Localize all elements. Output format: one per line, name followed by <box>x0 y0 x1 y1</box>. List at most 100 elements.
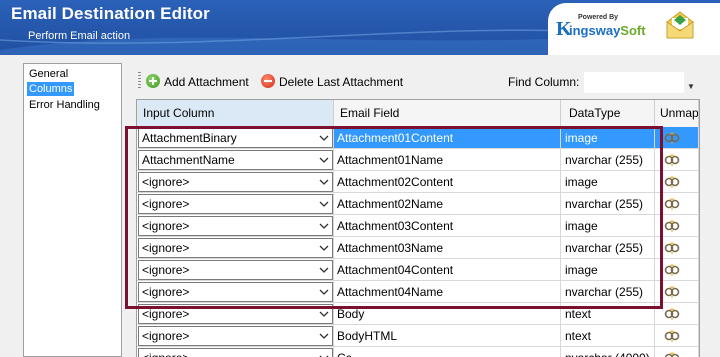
input-column-value: <ignore> <box>142 307 190 321</box>
nav-item-general[interactable]: General <box>27 67 70 81</box>
remove-icon <box>261 74 275 88</box>
chevron-down-icon[interactable] <box>318 195 330 213</box>
table-row[interactable]: <ignore> Body ntext <box>137 303 699 325</box>
header-input-column[interactable]: Input Column <box>137 100 334 127</box>
input-column-select[interactable]: <ignore> <box>138 216 333 236</box>
chevron-down-icon[interactable] <box>318 151 330 169</box>
chevron-down-icon[interactable] <box>318 349 330 357</box>
unmap-cell <box>655 215 699 237</box>
input-column-value: <ignore> <box>142 175 190 189</box>
table-row[interactable]: AttachmentName Attachment01Name nvarchar (… <box>137 149 699 171</box>
input-column-cell: AttachmentBinary <box>137 127 334 149</box>
input-column-select[interactable]: <ignore> <box>138 348 333 357</box>
table-row[interactable]: <ignore> Attachment04Content image <box>137 259 699 281</box>
unlink-icon[interactable] <box>664 219 680 233</box>
datatype-cell: image <box>561 259 655 281</box>
unlink-icon[interactable] <box>664 197 680 211</box>
datatype-cell: image <box>561 215 655 237</box>
nav-item-columns[interactable]: Columns <box>27 82 75 96</box>
header-email-field[interactable]: Email Field <box>334 100 561 127</box>
unlink-icon[interactable] <box>664 241 680 255</box>
grid-header: Input Column Email Field DataType Unmap <box>137 100 699 127</box>
unmap-cell <box>655 259 699 281</box>
add-attachment-button[interactable]: Add Attachment <box>164 73 249 91</box>
columns-toolbar: Add Attachment Delete Last Attachment Fi… <box>135 70 702 94</box>
header-unmap[interactable]: Unmap <box>655 100 699 127</box>
unmap-cell <box>655 237 699 259</box>
input-column-select[interactable]: <ignore> <box>138 194 333 214</box>
chevron-down-icon[interactable] <box>318 305 330 323</box>
unlink-icon[interactable] <box>664 285 680 299</box>
unlink-icon[interactable] <box>664 153 680 167</box>
unmap-cell <box>655 127 699 149</box>
input-column-select[interactable]: <ignore> <box>138 172 333 192</box>
unmap-cell <box>655 193 699 215</box>
email-field-cell: Attachment03Name <box>334 237 561 259</box>
dialog-subtitle: Perform Email action <box>28 30 131 42</box>
input-column-value: <ignore> <box>142 349 189 357</box>
table-row[interactable]: <ignore> BodyHTML ntext <box>137 325 699 347</box>
input-column-cell: <ignore> <box>137 281 334 303</box>
input-column-cell: <ignore> <box>137 325 334 347</box>
input-column-select[interactable]: <ignore> <box>138 260 333 280</box>
delete-last-attachment-button[interactable]: Delete Last Attachment <box>279 73 403 91</box>
chevron-down-icon[interactable] <box>318 327 330 345</box>
unlink-icon[interactable] <box>664 175 680 189</box>
unmap-cell <box>655 325 699 347</box>
datatype-cell: nvarchar (255) <box>561 281 655 303</box>
kingswaysoft-logo: Powered By K ingswaySoft <box>548 3 720 55</box>
chevron-down-icon[interactable] <box>318 173 330 191</box>
input-column-cell: <ignore> <box>137 303 334 325</box>
unlink-icon[interactable] <box>664 263 680 277</box>
chevron-down-icon[interactable] <box>318 261 330 279</box>
table-row[interactable]: <ignore> Attachment02Content image <box>137 171 699 193</box>
datatype-cell: ntext <box>561 303 655 325</box>
chevron-down-icon[interactable] <box>318 239 330 257</box>
chevron-down-icon[interactable]: ▼ <box>685 81 697 93</box>
datatype-cell: nvarchar (255) <box>561 193 655 215</box>
unlink-icon[interactable] <box>664 329 680 343</box>
email-field-cell: Attachment01Name <box>334 149 561 171</box>
input-column-select[interactable]: <ignore> <box>138 238 333 258</box>
input-column-value: AttachmentBinary <box>142 131 237 145</box>
find-column-label: Find Column: <box>508 75 580 89</box>
table-row[interactable]: <ignore> Attachment04Name nvarchar (255) <box>137 281 699 303</box>
chevron-down-icon[interactable] <box>318 129 330 147</box>
chevron-down-icon[interactable] <box>318 283 330 301</box>
input-column-value: <ignore> <box>142 197 190 211</box>
input-column-select[interactable]: AttachmentBinary <box>138 128 333 148</box>
input-column-value: <ignore> <box>142 263 190 277</box>
datatype-cell: nvarchar (255) <box>561 237 655 259</box>
chevron-down-icon[interactable] <box>318 217 330 235</box>
email-field-cell: Attachment04Content <box>334 259 561 281</box>
input-column-select[interactable]: <ignore> <box>138 326 333 346</box>
unlink-icon[interactable] <box>664 351 680 357</box>
input-column-cell: <ignore> <box>137 193 334 215</box>
table-row[interactable]: <ignore> Ccnvarchar (4000) <box>137 347 699 357</box>
unlink-icon[interactable] <box>664 307 680 321</box>
datatype-cell: nvarchar (4000) <box>561 347 655 357</box>
unlink-icon[interactable] <box>664 131 680 145</box>
input-column-cell: <ignore> <box>137 259 334 281</box>
table-row[interactable]: AttachmentBinary Attachment01Content image <box>137 127 699 149</box>
unmap-cell <box>655 149 699 171</box>
header-datatype[interactable]: DataType <box>561 100 655 127</box>
email-field-cell: Cc <box>334 347 561 357</box>
input-column-cell: <ignore> <box>137 171 334 193</box>
table-row[interactable]: <ignore> Attachment03Content image <box>137 215 699 237</box>
input-column-value: <ignore> <box>142 329 190 343</box>
input-column-select[interactable]: <ignore> <box>138 304 333 324</box>
nav-item-error-handling[interactable]: Error Handling <box>27 98 102 112</box>
input-column-cell: <ignore> <box>137 215 334 237</box>
table-row[interactable]: <ignore> Attachment03Name nvarchar (255) <box>137 237 699 259</box>
input-column-select[interactable]: AttachmentName <box>138 150 333 170</box>
input-column-select[interactable]: <ignore> <box>138 282 333 302</box>
input-column-value: <ignore> <box>142 241 190 255</box>
datatype-cell: nvarchar (255) <box>561 149 655 171</box>
table-row[interactable]: <ignore> Attachment02Name nvarchar (255) <box>137 193 699 215</box>
envelope-icon <box>666 11 694 39</box>
find-column-input[interactable] <box>584 72 684 93</box>
toolbar-grip[interactable] <box>138 72 141 90</box>
unmap-cell <box>655 347 699 357</box>
datatype-cell: ntext <box>561 325 655 347</box>
